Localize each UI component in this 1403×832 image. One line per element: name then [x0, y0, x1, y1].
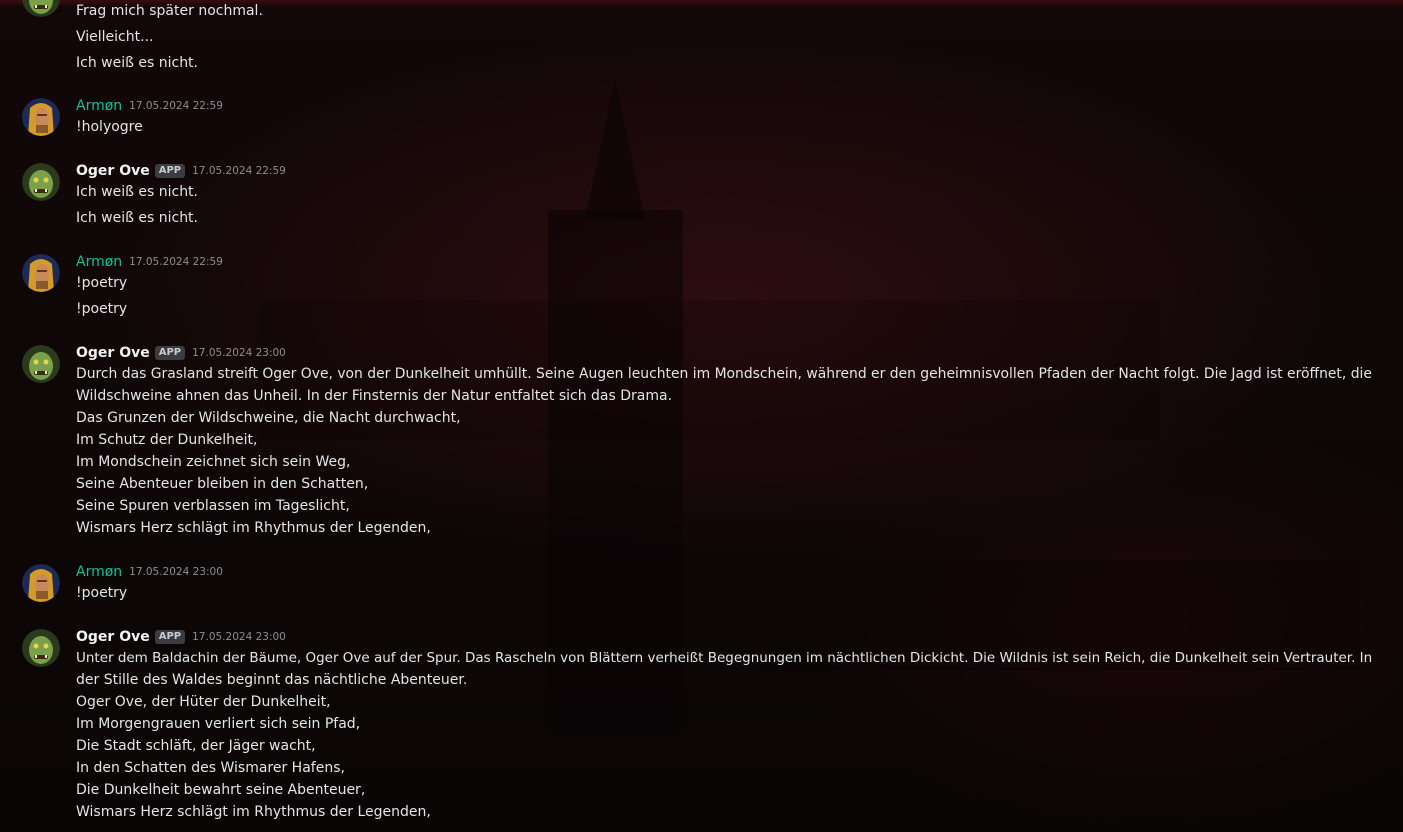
- message-line: Unter dem Baldachin der Bäume, Oger Ove …: [76, 650, 1373, 666]
- author-name[interactable]: Oger Ove: [76, 345, 150, 361]
- message-line: Im Morgengrauen verliert sich sein Pfad,: [76, 716, 361, 732]
- message-header: Oger Ove APP 17.05.2024 23:00: [76, 627, 286, 647]
- armon-avatar-icon[interactable]: [22, 98, 60, 136]
- message-line: Ich weiß es nicht.: [76, 184, 199, 200]
- message-timestamp: 17.05.2024 22:59: [129, 100, 223, 112]
- message-line: Vielleicht...: [76, 29, 154, 45]
- message-line: Ich weiß es nicht.: [76, 55, 199, 71]
- message-line: Wismars Herz schlägt im Rhythmus der Leg…: [76, 804, 431, 820]
- ogre-avatar-icon[interactable]: [22, 629, 60, 667]
- message-timestamp: 17.05.2024 23:00: [192, 347, 286, 359]
- author-name[interactable]: Oger Ove: [76, 629, 150, 645]
- message-line: Wismars Herz schlägt im Rhythmus der Leg…: [76, 520, 431, 536]
- armon-avatar-icon[interactable]: [22, 254, 60, 292]
- message-line: Im Mondschein zeichnet sich sein Weg,: [76, 454, 351, 470]
- ogre-avatar-icon[interactable]: [22, 345, 60, 383]
- message-line: Frag mich später nochmal.: [76, 3, 263, 19]
- message-timestamp: 17.05.2024 22:59: [192, 165, 286, 177]
- message-list: Frag mich später nochmal. Vielleicht... …: [0, 0, 1403, 832]
- message-header: Armøn 17.05.2024 22:59: [76, 252, 223, 272]
- message-header: Oger Ove APP 17.05.2024 22:59: [76, 161, 286, 181]
- message-line: Die Stadt schläft, der Jäger wacht,: [76, 738, 316, 754]
- message-line: !holyogre: [76, 119, 143, 135]
- message-line: In den Schatten des Wismarer Hafens,: [76, 760, 345, 776]
- app-badge: APP: [154, 630, 186, 644]
- message-line: !poetry: [76, 585, 128, 601]
- author-name[interactable]: Oger Ove: [76, 163, 150, 179]
- message-line: Ich weiß es nicht.: [76, 210, 199, 226]
- message-header: Armøn 17.05.2024 22:59: [76, 96, 223, 116]
- ogre-avatar-icon[interactable]: [22, 163, 60, 201]
- message-line: Seine Abenteuer bleiben in den Schatten,: [76, 476, 369, 492]
- message-header: Oger Ove APP 17.05.2024 23:00: [76, 343, 286, 363]
- message-line: Wildschweine ahnen das Unheil. In der Fi…: [76, 388, 673, 404]
- message-timestamp: 17.05.2024 23:00: [192, 631, 286, 643]
- message-line: Durch das Grasland streift Oger Ove, von…: [76, 366, 1372, 382]
- message-line: Im Schutz der Dunkelheit,: [76, 432, 258, 448]
- armon-avatar-icon[interactable]: [22, 564, 60, 602]
- message-line: der Stille des Waldes beginnt das nächtl…: [76, 672, 468, 688]
- ogre-avatar-icon[interactable]: [22, 0, 60, 17]
- author-name[interactable]: Armøn: [76, 98, 122, 114]
- author-name[interactable]: Armøn: [76, 564, 122, 580]
- message-line: Die Dunkelheit bewahrt seine Abenteuer,: [76, 782, 366, 798]
- message-line: !poetry: [76, 275, 128, 291]
- message-line: Das Grunzen der Wildschweine, die Nacht …: [76, 410, 461, 426]
- message-timestamp: 17.05.2024 23:00: [129, 566, 223, 578]
- app-badge: APP: [154, 346, 186, 360]
- message-line: Oger Ove, der Hüter der Dunkelheit,: [76, 694, 331, 710]
- message-header: Armøn 17.05.2024 23:00: [76, 562, 223, 582]
- message-timestamp: 17.05.2024 22:59: [129, 256, 223, 268]
- author-name[interactable]: Armøn: [76, 254, 122, 270]
- app-badge: APP: [154, 164, 186, 178]
- message-line: Seine Spuren verblassen im Tageslicht,: [76, 498, 350, 514]
- message-line: !poetry: [76, 301, 128, 317]
